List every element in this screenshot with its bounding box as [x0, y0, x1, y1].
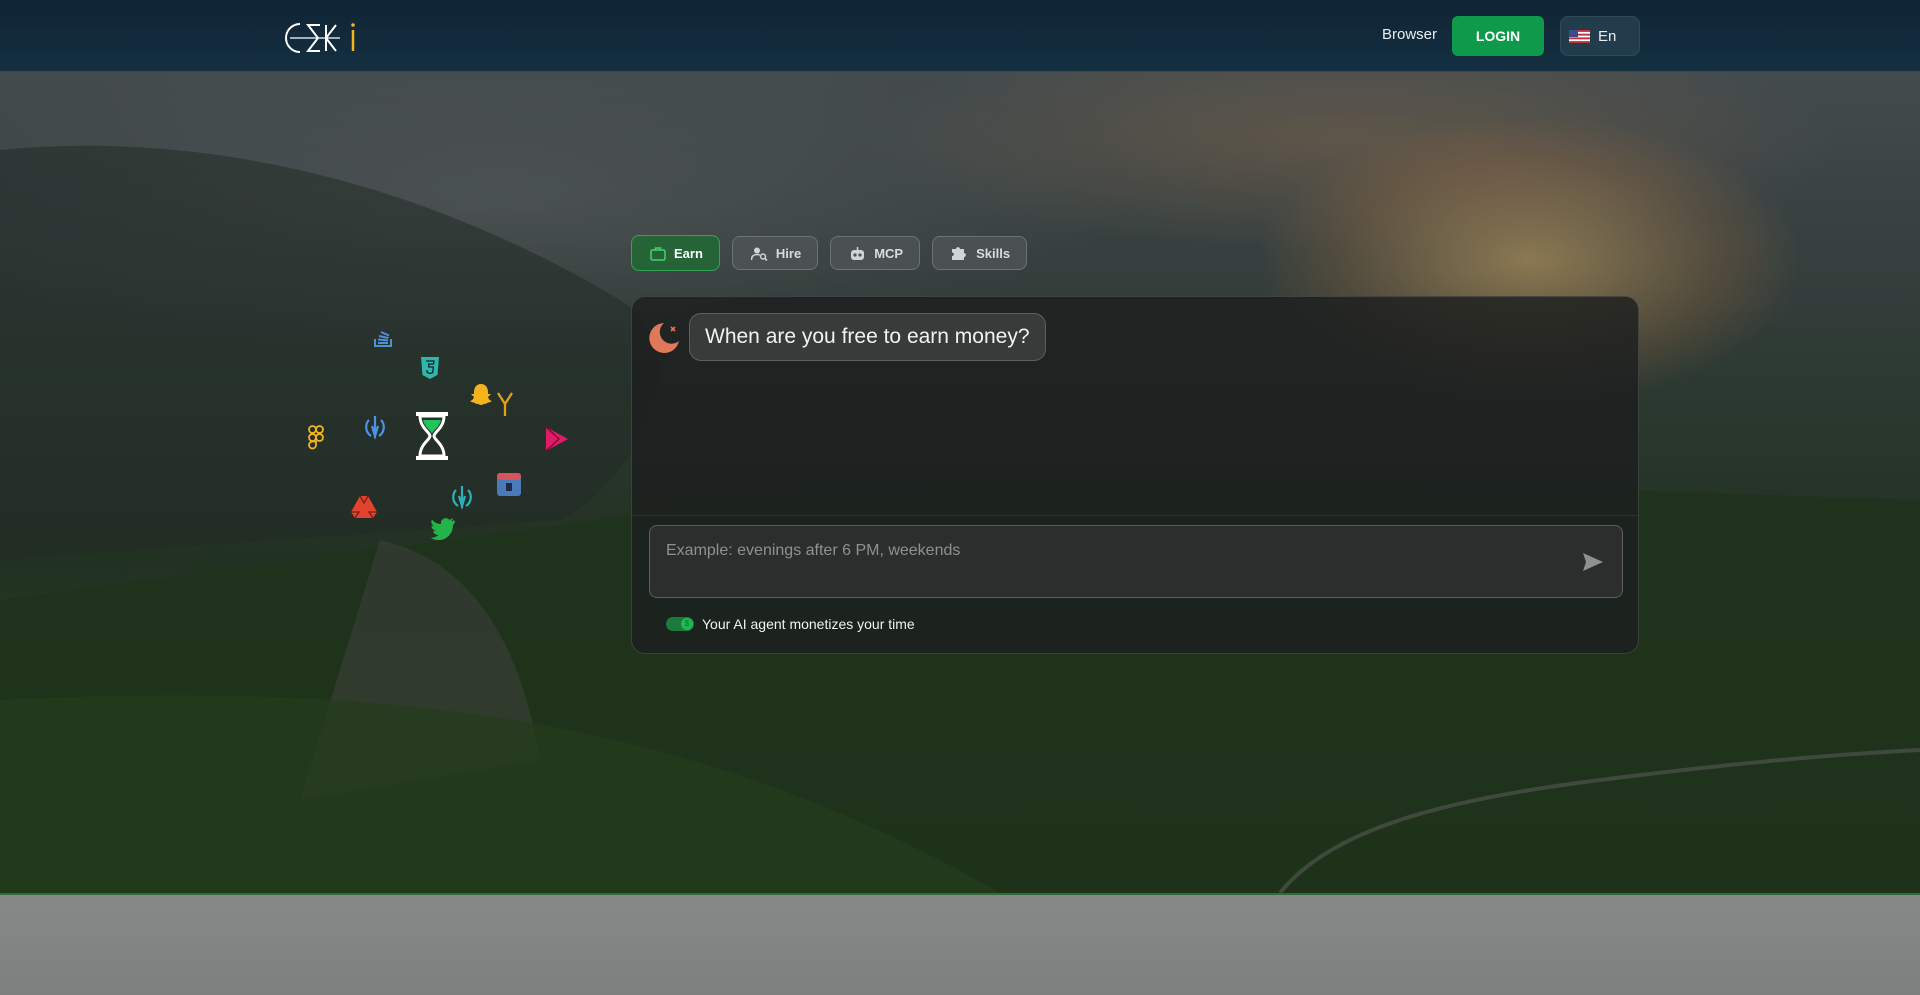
monetize-toggle-label: Your AI agent monetizes your time — [702, 616, 915, 632]
calendar-icon — [497, 473, 521, 496]
answer-box — [649, 525, 1623, 598]
tab-hire[interactable]: Hire — [731, 236, 819, 270]
chat-panel: When are you free to earn money? $ Your … — [631, 296, 1639, 654]
login-button[interactable]: LOGIN — [1452, 16, 1544, 56]
html5-icon — [421, 357, 439, 379]
google-drive-icon — [351, 495, 377, 519]
send-button[interactable] — [1582, 552, 1604, 575]
monetize-toggle-row: $ Your AI agent monetizes your time — [666, 616, 915, 632]
person-search-icon — [750, 247, 768, 261]
puzzle-icon — [952, 247, 966, 260]
availability-input[interactable] — [664, 538, 1548, 564]
language-label: En — [1598, 27, 1617, 45]
footer-band — [0, 893, 1920, 995]
send-icon — [1583, 553, 1603, 571]
browser-link[interactable]: Browser — [1382, 26, 1437, 43]
ceki-logo-icon — [285, 23, 355, 53]
agent-question-text: When are you free to earn money? — [705, 325, 1030, 348]
tab-skills[interactable]: Skills — [932, 236, 1028, 270]
monetize-toggle[interactable]: $ — [666, 617, 694, 631]
tab-earn[interactable]: Earn — [631, 235, 720, 271]
hourglass-icon — [416, 412, 448, 460]
jedi-order-icon — [365, 416, 385, 440]
snapchat-icon — [470, 384, 492, 405]
top-navbar: Browser LOGIN En — [0, 0, 1920, 72]
google-play-icon — [545, 426, 568, 452]
y-combinator-icon — [497, 392, 513, 416]
robot-icon — [851, 246, 865, 260]
tab-hire-label: Hire — [775, 245, 802, 261]
figma-icon — [308, 425, 324, 450]
agent-avatar — [647, 321, 681, 360]
briefcase-icon — [650, 246, 666, 261]
tab-skills-label: Skills — [976, 245, 1011, 261]
language-selector[interactable]: En — [1560, 16, 1640, 56]
panel-divider — [632, 515, 1638, 516]
twitter-icon — [430, 518, 455, 540]
mode-tabs: Earn Hire MCP Skills — [631, 235, 1028, 271]
tab-earn-label: Earn — [674, 245, 703, 261]
agent-question-bubble: When are you free to earn money? — [689, 313, 1046, 361]
jedi-order-icon — [452, 486, 472, 510]
tab-mcp[interactable]: MCP — [830, 236, 921, 270]
us-flag-icon — [1569, 29, 1590, 43]
tab-mcp-label: MCP — [874, 245, 904, 261]
brand-logo[interactable] — [282, 20, 362, 61]
moon-icon — [649, 323, 679, 353]
stack-overflow-icon — [374, 331, 392, 347]
dollar-icon: $ — [681, 618, 693, 630]
